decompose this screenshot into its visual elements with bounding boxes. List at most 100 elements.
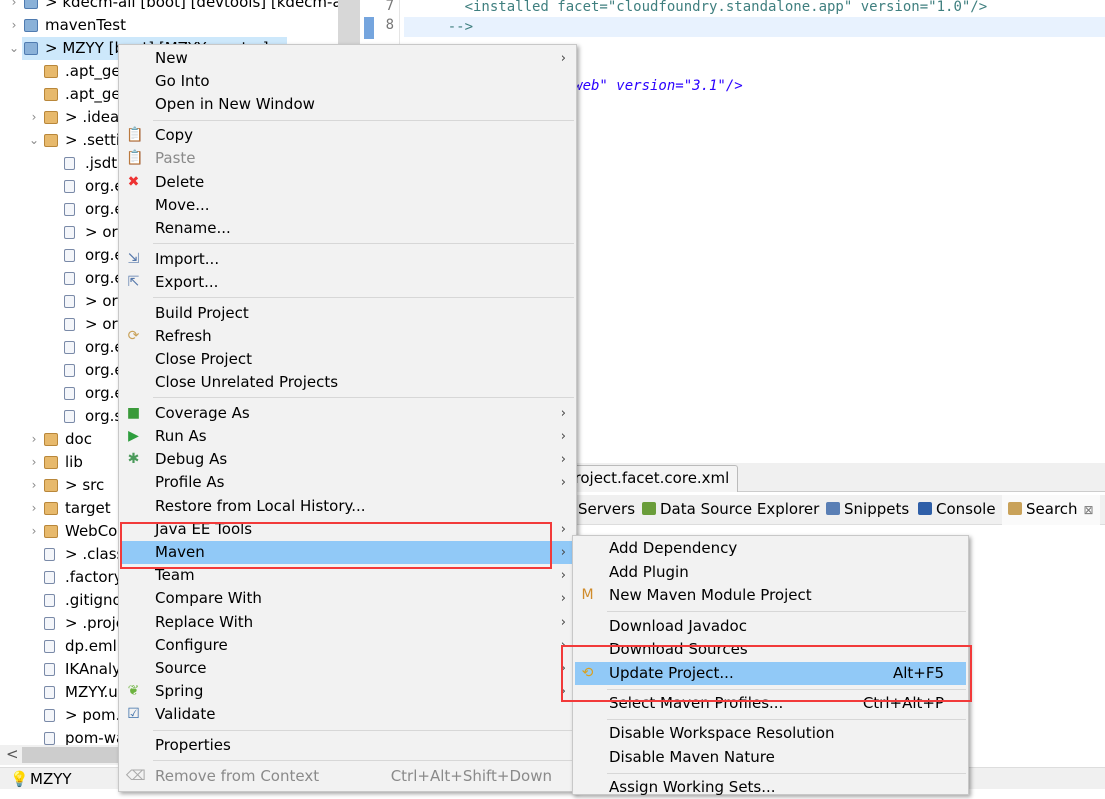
menu-item-copy[interactable]: 📋 Copy bbox=[121, 124, 574, 147]
menu-item-configure[interactable]: Configure › bbox=[121, 634, 574, 657]
view-tab-data-source-explorer[interactable]: Data Source Explorer bbox=[642, 495, 819, 525]
project-icon bbox=[24, 0, 38, 9]
menu-item-select-maven-profiles[interactable]: Select Maven Profiles... Ctrl+Alt+P bbox=[575, 692, 966, 715]
menu-item-validate[interactable]: ☑ Validate bbox=[121, 703, 574, 726]
chevron-right-icon[interactable]: › bbox=[28, 428, 40, 451]
chevron-right-icon[interactable]: › bbox=[28, 497, 40, 520]
menu-item-close-project[interactable]: Close Project bbox=[121, 348, 574, 371]
chevron-down-icon[interactable]: ⌄ bbox=[8, 37, 20, 60]
menu-item-export[interactable]: ⇱ Export... bbox=[121, 271, 574, 294]
menu-item-rename[interactable]: Rename... bbox=[121, 217, 574, 240]
menu-item-close-unrelated-projects[interactable]: Close Unrelated Projects bbox=[121, 371, 574, 394]
file-icon bbox=[64, 226, 75, 239]
tree-item-label: lib bbox=[65, 453, 83, 471]
close-icon[interactable]: ⊠ bbox=[1084, 503, 1094, 517]
scroll-left-arrow[interactable]: < bbox=[6, 745, 19, 763]
menu-item-new-maven-module-project[interactable]: M New Maven Module Project bbox=[575, 584, 966, 607]
menu-item-restore-from-local-history[interactable]: Restore from Local History... bbox=[121, 495, 574, 518]
folder-icon bbox=[44, 525, 58, 538]
view-tab-servers[interactable]: Servers bbox=[578, 495, 635, 525]
menu-item-assign-working-sets[interactable]: Assign Working Sets... bbox=[575, 776, 966, 799]
menu-item-maven[interactable]: Maven › bbox=[121, 541, 574, 564]
tree-item[interactable]: › mavenTest bbox=[0, 14, 340, 37]
file-icon bbox=[64, 318, 75, 331]
menu-item-label: Profile As bbox=[155, 473, 225, 492]
menu-item-add-plugin[interactable]: Add Plugin bbox=[575, 561, 966, 584]
menu-item-download-javadoc[interactable]: Download Javadoc bbox=[575, 615, 966, 638]
tree-item-label: > .idea bbox=[65, 108, 120, 126]
view-tab-search[interactable]: Search ⊠ bbox=[1002, 495, 1100, 525]
chevron-right-icon[interactable]: › bbox=[8, 0, 20, 14]
menu-item-run-as[interactable]: ▶ Run As › bbox=[121, 425, 574, 448]
spring-icon: ❦ bbox=[127, 683, 140, 700]
chevron-right-icon[interactable]: › bbox=[28, 106, 40, 129]
menu-item-disable-workspace-resolution[interactable]: Disable Workspace Resolution bbox=[575, 722, 966, 745]
tree-item-label: target bbox=[65, 499, 111, 517]
menu-item-label: Move... bbox=[155, 195, 210, 214]
chevron-right-icon: › bbox=[560, 637, 566, 653]
file-icon bbox=[44, 571, 55, 584]
menu-item-add-dependency[interactable]: Add Dependency bbox=[575, 537, 966, 560]
shortcut-label: Ctrl+Alt+Shift+Down bbox=[390, 766, 552, 785]
maven-module-icon: M bbox=[581, 587, 594, 604]
chevron-down-icon[interactable]: ⌄ bbox=[28, 129, 40, 152]
menu-item-label: Validate bbox=[155, 705, 216, 724]
file-icon bbox=[44, 640, 55, 653]
tree-item[interactable]: › > kdecm-all [boot] [devtools] [kdecm-al… bbox=[0, 0, 350, 14]
menu-separator bbox=[153, 119, 574, 121]
menu-item-move[interactable]: Move... bbox=[121, 194, 574, 217]
menu-item-build-project[interactable]: Build Project bbox=[121, 302, 574, 325]
menu-item-paste[interactable]: 📋 Paste bbox=[121, 147, 574, 170]
menu-item-source[interactable]: Source › bbox=[121, 657, 574, 680]
menu-item-label: Import... bbox=[155, 249, 220, 268]
tree-item-label: mavenTest bbox=[45, 16, 126, 34]
menu-item-remove-from-context[interactable]: ⌫ Remove from Context Ctrl+Alt+Shift+Down bbox=[121, 765, 574, 788]
tab-project-facet-core-xml[interactable]: project.facet.core.xml bbox=[550, 465, 739, 492]
menu-item-coverage-as[interactable]: ■ Coverage As › bbox=[121, 402, 574, 425]
menu-item-disable-maven-nature[interactable]: Disable Maven Nature bbox=[575, 746, 966, 769]
file-icon bbox=[64, 410, 75, 423]
file-icon bbox=[64, 295, 75, 308]
folder-icon bbox=[44, 65, 58, 78]
menu-item-properties[interactable]: Properties bbox=[121, 734, 574, 757]
menu-item-java-ee-tools[interactable]: Java EE Tools › bbox=[121, 518, 574, 541]
menu-item-debug-as[interactable]: ✱ Debug As › bbox=[121, 448, 574, 471]
menu-item-compare-with[interactable]: Compare With › bbox=[121, 587, 574, 610]
chevron-right-icon[interactable]: › bbox=[28, 520, 40, 543]
menu-item-refresh[interactable]: ⟳ Refresh bbox=[121, 325, 574, 348]
menu-item-import[interactable]: ⇲ Import... bbox=[121, 248, 574, 271]
file-icon bbox=[44, 617, 55, 630]
menu-item-go-into[interactable]: Go Into bbox=[121, 70, 574, 93]
menu-item-label: New Maven Module Project bbox=[609, 586, 812, 605]
menu-item-delete[interactable]: ✖ Delete bbox=[121, 171, 574, 194]
project-icon bbox=[24, 19, 38, 32]
menu-item-open-in-new-window[interactable]: Open in New Window bbox=[121, 93, 574, 116]
paste-icon: 📋 bbox=[126, 150, 144, 167]
menu-item-spring[interactable]: ❦ Spring › bbox=[121, 680, 574, 703]
menu-item-profile-as[interactable]: Profile As › bbox=[121, 471, 574, 494]
view-tab-console[interactable]: Console bbox=[918, 495, 996, 525]
menu-item-label: Properties bbox=[155, 736, 231, 755]
chevron-right-icon[interactable]: › bbox=[8, 14, 20, 37]
file-icon bbox=[64, 249, 75, 262]
menu-item-replace-with[interactable]: Replace With › bbox=[121, 611, 574, 634]
menu-item-download-sources[interactable]: Download Sources bbox=[575, 638, 966, 661]
menu-item-label: Copy bbox=[155, 126, 194, 145]
folder-icon bbox=[44, 88, 58, 101]
file-icon bbox=[64, 341, 75, 354]
folder-icon bbox=[44, 111, 58, 124]
import-icon: ⇲ bbox=[127, 250, 140, 267]
menu-item-update-project[interactable]: ⟲ Update Project... Alt+F5 bbox=[575, 662, 966, 685]
menu-item-label: Disable Workspace Resolution bbox=[609, 724, 835, 743]
menu-item-team[interactable]: Team › bbox=[121, 564, 574, 587]
chevron-right-icon[interactable]: › bbox=[28, 474, 40, 497]
views-tab-bar: Servers Data Source Explorer Snippets Conso… bbox=[560, 495, 1105, 525]
line-number: 7 bbox=[385, 0, 394, 14]
menu-item-new[interactable]: New › bbox=[121, 47, 574, 70]
refresh-icon: ⟳ bbox=[127, 327, 140, 344]
view-tab-snippets[interactable]: Snippets bbox=[826, 495, 909, 525]
update-project-icon: ⟲ bbox=[581, 665, 594, 681]
chevron-right-icon[interactable]: › bbox=[28, 451, 40, 474]
file-icon bbox=[64, 272, 75, 285]
menu-item-label: Refresh bbox=[155, 326, 212, 345]
